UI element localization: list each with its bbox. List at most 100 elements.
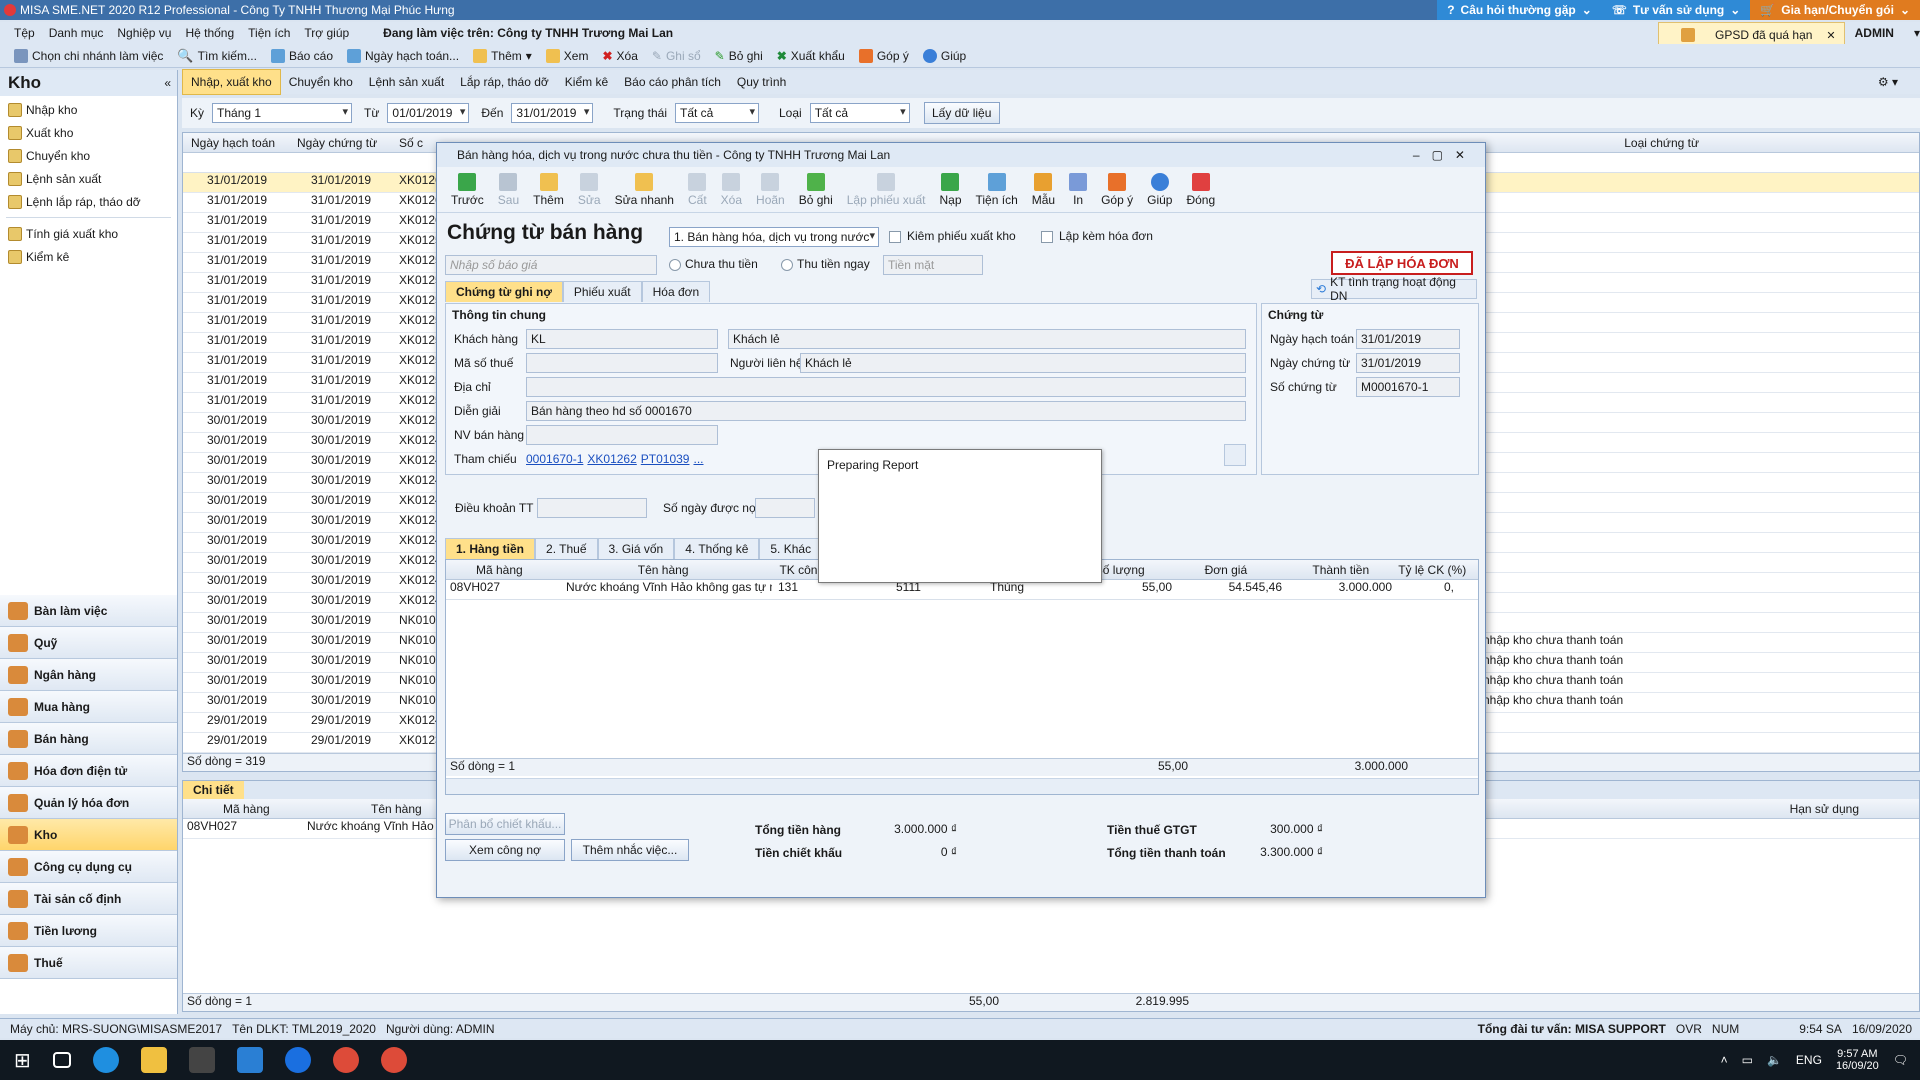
taskbar-clock[interactable]: 9:57 AM 16/09/20	[1836, 1048, 1879, 1072]
customer-name-input[interactable]: Khách lẻ	[728, 329, 1246, 349]
file-explorer-icon[interactable]	[140, 1047, 167, 1073]
itab-other[interactable]: 5. Khác	[759, 538, 823, 559]
tab-nhap-xuat-kho[interactable]: Nhập, xuất kho	[182, 69, 281, 95]
mail-icon[interactable]	[236, 1047, 263, 1073]
edge-icon[interactable]	[92, 1047, 119, 1073]
module-kho[interactable]: Kho	[0, 819, 177, 851]
select-branch-button[interactable]: Chọn chi nhánh làm việc	[14, 48, 163, 63]
credit-days-input[interactable]	[755, 498, 815, 518]
close-button[interactable]: Đóng	[1186, 172, 1215, 207]
subtab-invoice[interactable]: Hóa đơn	[641, 281, 711, 302]
items-hscrollbar[interactable]	[446, 778, 1478, 794]
search-button[interactable]: 🔍 Tìm kiếm...	[177, 48, 257, 64]
close-icon[interactable]: ✕	[1826, 29, 1835, 42]
template-button[interactable]: Mẫu	[1032, 172, 1055, 207]
renew-button[interactable]: 🛒 Gia hạn/Chuyển gói ⌄	[1750, 0, 1920, 20]
export-button[interactable]: ✖ Xuất khẩu	[777, 49, 845, 63]
kt-status-button[interactable]: ⟲ KT tình trạng hoạt động DN	[1311, 275, 1477, 303]
quote-search-input[interactable]: Nhập số báo giá	[445, 255, 657, 275]
ref-link[interactable]: 0001670-1	[526, 452, 583, 466]
nav-lenh-lap-rap[interactable]: Lệnh lắp ráp, tháo dỡ	[0, 190, 177, 213]
radio-paid[interactable]: Thu tiền ngay	[781, 257, 870, 271]
edit-button[interactable]: Sửa	[578, 172, 601, 207]
chevron-down-icon[interactable]: ▾	[1914, 26, 1920, 40]
save-button[interactable]: Cất	[688, 172, 707, 207]
to-date[interactable]: 31/01/2019	[511, 103, 594, 123]
itab-tax[interactable]: 2. Thuế	[535, 538, 598, 559]
module-cong-cu-dung-cu[interactable]: Công cụ dụng cụ	[0, 851, 177, 883]
post-button[interactable]: ✎ Ghi sổ	[652, 49, 701, 63]
col-name[interactable]: Tên hàng	[562, 563, 772, 577]
tab-lap-rap[interactable]: Lắp ráp, tháo dỡ	[452, 70, 557, 94]
notification-icon[interactable]: 🗨	[1893, 1053, 1908, 1067]
module-quan-ly-hoa-don[interactable]: Quản lý hóa đơn	[0, 787, 177, 819]
nav-kiem-ke[interactable]: Kiểm kê	[0, 245, 177, 268]
col-doc-date[interactable]: Ngày chứng từ	[287, 136, 393, 150]
menu-catalog[interactable]: Danh mục	[49, 26, 104, 40]
faq-button[interactable]: ? Câu hỏi thường gặp ⌄	[1437, 0, 1602, 20]
chrome-icon[interactable]	[332, 1047, 359, 1073]
tab-bao-cao[interactable]: Báo cáo phân tích	[616, 70, 729, 94]
tab-quy-trinh[interactable]: Quy trình	[729, 70, 794, 94]
settings-gear-icon[interactable]: ⚙ ▾	[1870, 70, 1906, 94]
dlg-add-button[interactable]: Thêm	[533, 172, 564, 207]
menu-system[interactable]: Hệ thống	[185, 26, 234, 40]
windows-start-icon[interactable]: ⊞	[14, 1048, 31, 1073]
module-ban-hang[interactable]: Bán hàng	[0, 723, 177, 755]
doc-date-input[interactable]: 31/01/2019	[1356, 353, 1460, 373]
contact-input[interactable]: Khách lẻ	[800, 353, 1246, 373]
col-item-code[interactable]: Mã hàng	[183, 802, 303, 816]
nav-tinh-gia-xuat-kho[interactable]: Tính giá xuất kho	[0, 222, 177, 245]
load-button[interactable]: Nạp	[939, 172, 962, 207]
feedback-button[interactable]: Góp ý	[858, 48, 909, 63]
create-export-button[interactable]: Lập phiếu xuất	[847, 172, 925, 207]
volume-icon[interactable]: 🔈	[1767, 1053, 1782, 1067]
seller-input[interactable]	[526, 425, 718, 445]
ref-more-link[interactable]: ...	[693, 452, 703, 466]
period-select[interactable]: Tháng 1	[212, 103, 353, 123]
module-ngan-hang[interactable]: Ngân hàng	[0, 659, 177, 691]
unpost-button[interactable]: ✎ Bỏ ghi	[715, 49, 763, 63]
col-discount-rate[interactable]: Tỷ lệ CK (%)	[1394, 563, 1478, 577]
itab-goods[interactable]: 1. Hàng tiền	[445, 538, 536, 559]
customer-code-input[interactable]: KL	[526, 329, 718, 349]
tray-chevron-icon[interactable]: ˄	[1721, 1053, 1728, 1067]
status-select[interactable]: Tất cả	[675, 103, 759, 123]
quick-edit-button[interactable]: Sửa nhanh	[615, 172, 674, 207]
report-button[interactable]: Báo cáo	[270, 48, 333, 63]
consult-button[interactable]: ☏ Tư vấn sử dụng ⌄	[1601, 0, 1751, 20]
type-select[interactable]: Tất cả	[809, 103, 910, 123]
menu-utilities[interactable]: Tiện ích	[248, 26, 290, 40]
dlg-help-button[interactable]: Giúp	[1147, 172, 1172, 207]
window-controls[interactable]: –▢✕	[1413, 148, 1477, 162]
subtab-debit[interactable]: Chứng từ ghi nợ	[445, 281, 563, 302]
dlg-feedback-button[interactable]: Góp ý	[1101, 172, 1133, 207]
nav-nhap-kho[interactable]: Nhập kho	[0, 98, 177, 121]
dlg-delete-button[interactable]: Xóa	[721, 172, 742, 207]
menu-file[interactable]: Tệp	[14, 26, 35, 40]
prev-button[interactable]: Trước	[451, 172, 484, 207]
subtab-export[interactable]: Phiếu xuất	[562, 281, 642, 302]
radio-unpaid[interactable]: Chưa thu tiền	[669, 257, 758, 271]
language-indicator[interactable]: ENG	[1796, 1053, 1822, 1067]
next-button[interactable]: Sau	[498, 172, 519, 207]
payment-terms-input[interactable]	[537, 498, 647, 518]
dlg-unpost-button[interactable]: Bỏ ghi	[799, 172, 833, 207]
doc-no-input[interactable]: M0001670-1	[1356, 377, 1460, 397]
col-amount[interactable]: Thành tiền	[1284, 563, 1394, 577]
col-price[interactable]: Đơn giá	[1175, 563, 1285, 577]
module-mua-hang[interactable]: Mua hàng	[0, 691, 177, 723]
voucher-type-select[interactable]: 1. Bán hàng hóa, dịch vụ trong nước	[669, 227, 879, 247]
help-button[interactable]: Giúp	[922, 48, 966, 63]
allocate-discount-button[interactable]: Phân bổ chiết khấu...	[445, 813, 565, 835]
from-date[interactable]: 01/01/2019	[387, 103, 470, 123]
invoice-checkbox[interactable]: Lập kèm hóa đơn	[1041, 229, 1153, 243]
post-date-input[interactable]: 31/01/2019	[1356, 329, 1460, 349]
delete-button[interactable]: ✖ Xóa	[602, 49, 637, 63]
itab-cost[interactable]: 3. Giá vốn	[597, 538, 675, 559]
tab-chuyen-kho[interactable]: Chuyển kho	[281, 70, 361, 94]
attach-icon[interactable]	[1224, 444, 1246, 466]
module-tai-san-co-dinh[interactable]: Tài sản cố định	[0, 883, 177, 915]
col-expiry[interactable]: Hạn sử dụng	[1790, 802, 1859, 816]
module-thue[interactable]: Thuế	[0, 947, 177, 979]
